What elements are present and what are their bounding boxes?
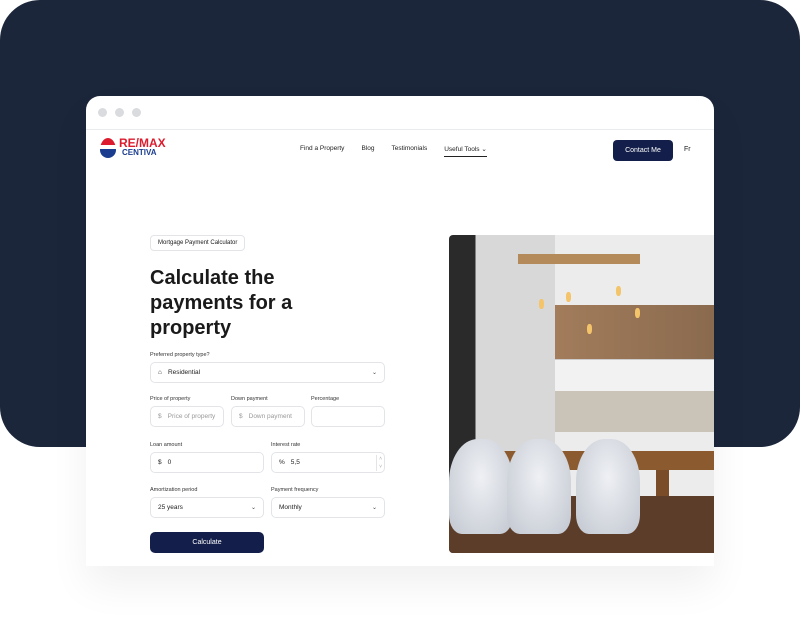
percentage-input[interactable] bbox=[311, 406, 385, 427]
property-type-label: Preferred property type? bbox=[150, 352, 210, 358]
page-title: Calculate the payments for a property bbox=[150, 267, 293, 339]
interest-rate-label: Interest rate bbox=[271, 442, 301, 448]
amortization-select[interactable]: 25 years ⌄ bbox=[150, 497, 264, 518]
frequency-label: Payment frequency bbox=[271, 487, 319, 493]
contact-button[interactable]: Contact Me bbox=[613, 140, 673, 161]
browser-window: RE/MAX CENTIVA Find a Property Blog Testi… bbox=[86, 96, 714, 566]
price-label: Price of property bbox=[150, 396, 191, 402]
site-header: RE/MAX CENTIVA Find a Property Blog Testi… bbox=[86, 130, 714, 170]
frequency-select[interactable]: Monthly ⌄ bbox=[271, 497, 385, 518]
nav-find-property[interactable]: Find a Property bbox=[300, 145, 344, 157]
calculator-badge: Mortgage Payment Calculator bbox=[150, 235, 246, 251]
nav-blog[interactable]: Blog bbox=[361, 145, 374, 157]
window-dot bbox=[98, 108, 107, 117]
balloon-logo-icon bbox=[100, 138, 116, 158]
kitchen-photo bbox=[449, 235, 714, 553]
language-toggle[interactable]: Fr bbox=[684, 146, 691, 153]
amortization-label: Amortization period bbox=[150, 487, 198, 493]
price-input[interactable]: $ Price of property bbox=[150, 406, 224, 427]
stepper-icon[interactable]: ˄ ˅ bbox=[376, 454, 382, 471]
chevron-down-icon: ⌄ bbox=[481, 146, 487, 153]
window-dot bbox=[115, 108, 124, 117]
percentage-label: Percentage bbox=[311, 396, 340, 402]
chevron-down-icon: ⌄ bbox=[371, 370, 377, 376]
house-icon: ⌂ bbox=[158, 369, 162, 376]
calculate-button[interactable]: Calculate bbox=[150, 532, 264, 553]
window-dot bbox=[132, 108, 141, 117]
down-payment-input[interactable]: $ Down payment bbox=[231, 406, 305, 427]
interest-rate-input[interactable]: % 5,5 ˄ ˅ bbox=[271, 452, 385, 473]
nav-useful-tools[interactable]: Useful Tools ⌄ bbox=[444, 145, 487, 157]
logo[interactable]: RE/MAX CENTIVA bbox=[100, 137, 166, 158]
loan-amount-label: Loan amount bbox=[150, 442, 183, 448]
chevron-down-icon: ⌄ bbox=[250, 505, 256, 511]
down-payment-label: Down payment bbox=[231, 396, 268, 402]
property-type-select[interactable]: ⌂ Residential ⌄ bbox=[150, 362, 385, 383]
chevron-down-icon: ⌄ bbox=[371, 505, 377, 511]
nav-testimonials[interactable]: Testimonials bbox=[391, 145, 427, 157]
loan-amount-input[interactable]: $0 bbox=[150, 452, 264, 473]
window-titlebar bbox=[86, 96, 714, 130]
